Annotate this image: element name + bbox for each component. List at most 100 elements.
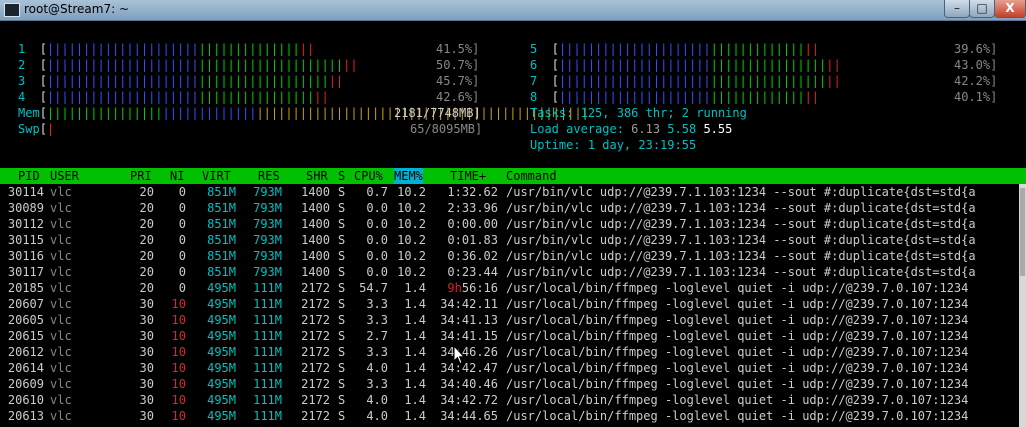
- column-header-pri[interactable]: PRI: [130, 168, 152, 184]
- load-average-line: Load average: 6.13 5.58 5.55: [530, 122, 733, 136]
- process-pid: 30116: [7, 249, 44, 263]
- process-row[interactable]: 30117 vlc 20 0 851M 793M 1400 S 0.0 10.2 0:23.44/u…: [0, 264, 1020, 280]
- swap-value: 65/8095MB]: [410, 122, 483, 136]
- process-cpu: 0.0: [366, 201, 388, 215]
- cpu-meter: 2 [|||||||||||||||||||||||||||||||||||||…: [18, 58, 358, 72]
- process-res: 793M: [253, 265, 282, 279]
- minimize-button[interactable]: –: [944, 0, 970, 18]
- process-shr: 2172: [301, 393, 330, 407]
- process-time: 34:44.65: [440, 409, 498, 423]
- process-row[interactable]: 20185 vlc 20 0 495M 111M 2172 S 54.7 1.4 9h56:16/u…: [0, 280, 1020, 296]
- maximize-button[interactable]: □: [969, 0, 995, 18]
- process-command: /usr/local/bin/ffmpeg -loglevel quiet -i…: [506, 377, 969, 391]
- process-row[interactable]: 30116 vlc 20 0 851M 793M 1400 S 0.0 10.2 0:36.02/u…: [0, 248, 1020, 264]
- process-virt: 495M: [207, 361, 236, 375]
- process-virt: 851M: [207, 249, 236, 263]
- process-virt: 495M: [207, 313, 236, 327]
- process-ni: 0: [178, 201, 186, 215]
- column-header-time[interactable]: TIME+: [450, 168, 486, 184]
- column-header-s[interactable]: S: [338, 168, 345, 184]
- process-command: /usr/local/bin/ffmpeg -loglevel quiet -i…: [506, 313, 969, 327]
- process-row[interactable]: 20607 vlc 30 10 495M 111M 2172 S 3.3 1.4 34:42.11 /…: [0, 296, 1020, 312]
- process-row[interactable]: 30089 vlc 20 0 851M 793M 1400 S 0.0 10.2 2:33.96/u…: [0, 200, 1020, 216]
- process-ni: 10: [171, 409, 186, 423]
- process-ni: 0: [178, 217, 186, 231]
- cpu-meter: 3 [|||||||||||||||||||||||||||||||||||||…: [18, 74, 344, 88]
- process-command: /usr/local/bin/ffmpeg -loglevel quiet -i…: [506, 361, 969, 375]
- process-cpu: 0.0: [366, 249, 388, 263]
- process-command: /usr/bin/vlc udp://@239.7.1.103:1234 --s…: [506, 201, 976, 215]
- cpu-meter: 6 [|||||||||||||||||||||||||||||||||||||…: [530, 58, 841, 72]
- process-cpu: 54.7: [359, 281, 388, 295]
- process-pid: 20610: [7, 393, 44, 407]
- process-pid: 20605: [7, 313, 44, 327]
- cpu-meter: 4 [|||||||||||||||||||||||||||||||||||||…: [18, 90, 329, 104]
- process-pri: 30: [139, 329, 154, 343]
- process-virt: 851M: [207, 217, 236, 231]
- process-mem: 10.2: [397, 233, 426, 247]
- window-titlebar[interactable]: root@Stream7: ~ – □ X: [0, 0, 1026, 21]
- mem-meter: Mem[||||||||||||||||||||||||||||||||||||…: [18, 106, 589, 120]
- process-row[interactable]: 20614 vlc 30 10 495M 111M 2172 S 4.0 1.4 34:42.47 /…: [0, 360, 1020, 376]
- process-state: S: [338, 361, 346, 375]
- process-row[interactable]: 30115 vlc 20 0 851M 793M 1400 S 0.0 10.2 0:01.83/u…: [0, 232, 1020, 248]
- process-ni: 0: [178, 265, 186, 279]
- process-shr: 2172: [301, 377, 330, 391]
- cpu-percent: 50.7%]: [436, 58, 480, 72]
- process-pid: 20609: [7, 377, 44, 391]
- process-user: vlc: [50, 233, 72, 247]
- process-command: /usr/local/bin/ffmpeg -loglevel quiet -i…: [506, 409, 969, 423]
- process-pri: 30: [139, 345, 154, 359]
- process-row[interactable]: 20605 vlc 30 10 495M 111M 2172 S 3.3 1.4 34:41.13 /…: [0, 312, 1020, 328]
- scrollbar-thumb[interactable]: [1020, 188, 1025, 276]
- column-header-ni[interactable]: NI: [170, 168, 184, 184]
- process-row[interactable]: 20609 vlc 30 10 495M 111M 2172 S 3.3 1.4 34:40.46 /…: [0, 376, 1020, 392]
- process-shr: 2172: [301, 281, 330, 295]
- process-shr: 1400: [301, 265, 330, 279]
- process-virt: 495M: [207, 377, 236, 391]
- process-res: 111M: [253, 297, 282, 311]
- process-user: vlc: [50, 313, 72, 327]
- column-header-cpu[interactable]: CPU%: [354, 168, 383, 184]
- column-header-user[interactable]: USER: [50, 168, 79, 184]
- process-ni: 10: [171, 393, 186, 407]
- cpu-meter: 5 [||||||||||||||||||||||||||||||||||||: [530, 42, 820, 56]
- process-pid: 20607: [7, 297, 44, 311]
- close-button[interactable]: X: [994, 0, 1026, 18]
- column-header-mem[interactable]: MEM%: [394, 168, 423, 184]
- process-pri: 30: [139, 409, 154, 423]
- cpu-meter: 1 [|||||||||||||||||||||||||||||||||||||: [18, 42, 315, 56]
- process-time: 0:23.44: [447, 265, 498, 279]
- process-pri: 30: [139, 313, 154, 327]
- process-pid: 30117: [7, 265, 44, 279]
- process-shr: 1400: [301, 249, 330, 263]
- process-virt: 495M: [207, 329, 236, 343]
- column-header-virt[interactable]: VIRT: [202, 168, 231, 184]
- process-shr: 1400: [301, 217, 330, 231]
- process-time: 1:32.62: [447, 185, 498, 199]
- process-row[interactable]: 30114 vlc 20 0 851M 793M 1400 S 0.7 10.2 1:32.62/u…: [0, 184, 1020, 200]
- process-row[interactable]: 20612 vlc 30 10 495M 111M 2172 S 3.3 1.4 34:46.26 /…: [0, 344, 1020, 360]
- process-pri: 30: [139, 393, 154, 407]
- process-row[interactable]: 20613 vlc 30 10 495M 111M 2172 S 4.0 1.4 34:44.65 /…: [0, 408, 1020, 424]
- terminal-area[interactable]: 1 [|||||||||||||||||||||||||||||||||||||…: [0, 21, 1026, 427]
- process-row[interactable]: 30112 vlc 20 0 851M 793M 1400 S 0.0 10.2 0:00.00/u…: [0, 216, 1020, 232]
- process-mem: 10.2: [397, 201, 426, 215]
- mem-value: 2181/7748MB]: [394, 106, 481, 120]
- process-mem: 1.4: [404, 361, 426, 375]
- vertical-scrollbar[interactable]: [1019, 184, 1026, 427]
- process-cpu: 0.0: [366, 265, 388, 279]
- column-header-command[interactable]: Command: [506, 168, 557, 184]
- process-cpu: 4.0: [366, 409, 388, 423]
- process-cpu: 0.0: [366, 233, 388, 247]
- process-table-header: PID USER PRI NI VIRT RES SHR S CPU% MEM%…: [0, 168, 1026, 184]
- process-shr: 2172: [301, 345, 330, 359]
- column-header-shr[interactable]: SHR: [306, 168, 328, 184]
- column-header-res[interactable]: RES: [258, 168, 280, 184]
- process-row[interactable]: 20615 vlc 30 10 495M 111M 2172 S 2.7 1.4 34:41.15 /…: [0, 328, 1020, 344]
- process-cpu: 2.7: [366, 329, 388, 343]
- process-row[interactable]: 20610 vlc 30 10 495M 111M 2172 S 4.0 1.4 34:42.72 /…: [0, 392, 1020, 408]
- process-pid: 30114: [7, 185, 44, 199]
- column-header-pid[interactable]: PID: [18, 168, 40, 184]
- terminal-icon: [4, 3, 20, 17]
